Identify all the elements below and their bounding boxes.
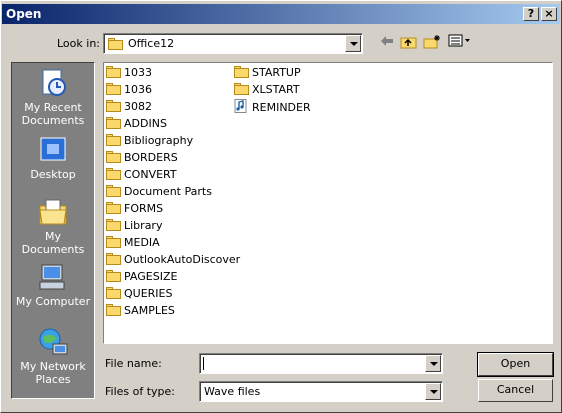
folder-icon xyxy=(106,116,122,129)
folder-icon xyxy=(106,133,122,146)
cancel-button[interactable]: Cancel xyxy=(478,379,553,402)
file-name-input[interactable] xyxy=(199,353,443,374)
folder-icon xyxy=(106,150,122,163)
title-bar: Open ? × xyxy=(2,4,560,24)
folder-icon xyxy=(234,65,250,78)
file-name: ADDINS xyxy=(124,117,167,130)
file-name: STARTUP xyxy=(252,66,301,79)
file-list-item[interactable]: Library xyxy=(106,218,162,234)
file-list-item[interactable]: BORDERS xyxy=(106,150,178,166)
file-name: Library xyxy=(124,219,163,232)
file-list-item[interactable]: CONVERT xyxy=(106,167,177,183)
desktop-icon xyxy=(37,134,69,166)
text-cursor xyxy=(203,357,204,370)
my-computer-icon xyxy=(37,261,69,293)
file-name: CONVERT xyxy=(124,168,177,181)
folder-icon xyxy=(106,82,122,95)
file-name: 3082 xyxy=(124,100,152,113)
file-name: FORMS xyxy=(124,202,164,215)
close-button[interactable]: × xyxy=(541,7,557,21)
place-label: My Documents xyxy=(21,230,85,256)
file-list-item[interactable]: ADDINS xyxy=(106,116,167,132)
folder-icon xyxy=(106,167,122,180)
look-in-dropdown[interactable]: Office12 xyxy=(103,33,363,54)
file-list-item[interactable]: QUERIES xyxy=(106,286,172,302)
file-list-item[interactable]: 1036 xyxy=(106,82,152,98)
folder-icon xyxy=(106,286,122,299)
back-arrow-icon[interactable] xyxy=(377,34,397,52)
new-folder-icon[interactable] xyxy=(422,34,442,52)
look-in-value: Office12 xyxy=(128,37,175,50)
file-name: 1033 xyxy=(124,66,152,79)
chevron-down-icon[interactable] xyxy=(425,355,441,372)
window-title: Open xyxy=(6,7,42,21)
file-name: Document Parts xyxy=(124,185,212,198)
folder-icon xyxy=(106,269,122,282)
folder-icon xyxy=(234,82,250,95)
folder-icon xyxy=(106,99,122,112)
folder-icon xyxy=(106,201,122,214)
file-list-item[interactable]: MEDIA xyxy=(106,235,160,251)
file-list-item[interactable]: 3082 xyxy=(106,99,152,115)
network-places-icon xyxy=(37,326,69,358)
file-list-item[interactable]: OutlookAutoDiscover xyxy=(106,252,240,268)
file-list-item[interactable]: FORMS xyxy=(106,201,163,217)
file-name-label: File name: xyxy=(105,357,162,370)
file-name: MEDIA xyxy=(124,236,160,249)
file-list[interactable]: 1033 1036 3082 ADDINS Bibliography BORDERS CON… xyxy=(103,62,553,344)
file-list-item[interactable]: PAGESIZE xyxy=(106,269,177,285)
folder-icon xyxy=(106,65,122,78)
file-list-item[interactable]: REMINDER xyxy=(234,99,311,115)
file-name: OutlookAutoDiscover xyxy=(124,253,241,266)
folder-icon xyxy=(106,218,122,231)
file-name: SAMPLES xyxy=(124,304,175,317)
my-documents-icon xyxy=(37,196,69,228)
file-list-item[interactable]: XLSTART xyxy=(234,82,300,98)
views-menu-icon[interactable] xyxy=(447,34,473,52)
file-list-item[interactable]: STARTUP xyxy=(234,65,301,81)
up-folder-icon[interactable] xyxy=(399,34,419,52)
open-dialog: Open ? × Look in: Office12 My Recent Doc… xyxy=(0,0,562,413)
folder-icon xyxy=(106,252,122,265)
folder-icon xyxy=(106,184,122,197)
place-desktop[interactable]: Desktop xyxy=(12,134,94,181)
places-bar: My Recent Documents Desktop My Documents… xyxy=(11,62,95,399)
place-recent-documents[interactable]: My Recent Documents xyxy=(12,67,94,127)
file-name: BORDERS xyxy=(124,151,178,164)
folder-icon xyxy=(106,235,122,248)
file-name: QUERIES xyxy=(124,287,173,300)
chevron-down-icon[interactable] xyxy=(425,383,441,400)
place-label: My Computer xyxy=(15,295,91,308)
file-list-item[interactable]: SAMPLES xyxy=(106,303,175,319)
folder-icon xyxy=(106,303,122,316)
place-network-places[interactable]: My Network Places xyxy=(12,326,94,386)
look-in-label: Look in: xyxy=(57,37,100,50)
place-label: Desktop xyxy=(30,168,76,181)
place-my-computer[interactable]: My Computer xyxy=(12,261,94,308)
file-list-item[interactable]: 1033 xyxy=(106,65,152,81)
place-my-documents[interactable]: My Documents xyxy=(12,196,94,256)
place-label: My Network Places xyxy=(20,360,86,386)
chevron-down-icon[interactable] xyxy=(345,35,361,52)
file-list-item[interactable]: Document Parts xyxy=(106,184,212,200)
file-name: 1036 xyxy=(124,83,152,96)
file-name: XLSTART xyxy=(252,83,300,96)
file-name: REMINDER xyxy=(252,101,311,114)
file-name: Bibliography xyxy=(124,134,194,147)
look-in-folder-icon xyxy=(108,37,126,51)
help-button[interactable]: ? xyxy=(523,7,539,21)
place-label: My Recent Documents xyxy=(21,101,85,127)
file-name: PAGESIZE xyxy=(124,270,178,283)
file-list-item[interactable]: Bibliography xyxy=(106,133,193,149)
audio-file-icon xyxy=(234,99,250,113)
files-of-type-label: Files of type: xyxy=(105,385,176,398)
files-of-type-dropdown[interactable]: Wave files xyxy=(199,381,443,402)
files-of-type-value: Wave files xyxy=(204,385,261,398)
open-button[interactable]: Open xyxy=(477,352,554,377)
recent-documents-icon xyxy=(37,67,69,99)
